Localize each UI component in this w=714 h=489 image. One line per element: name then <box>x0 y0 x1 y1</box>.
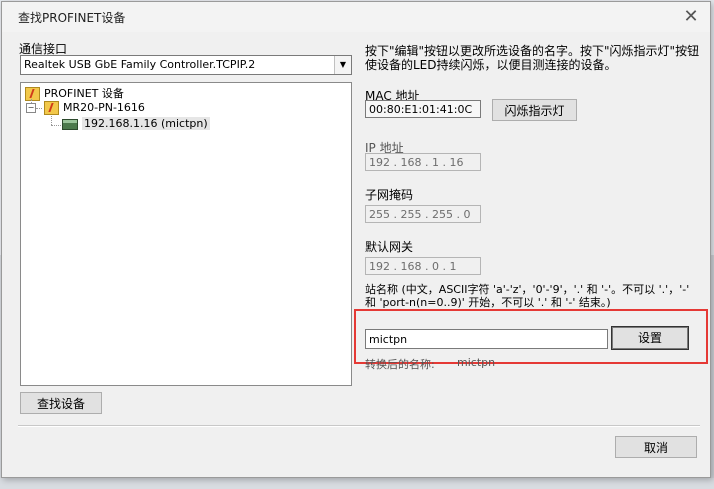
flash-led-button[interactable]: 闪烁指示灯 <box>492 99 577 121</box>
find-profinet-device-dialog: 查找PROFINET设备 ✕ 通信接口 Realtek USB GbE Fami… <box>1 1 711 478</box>
device-icon <box>44 101 59 115</box>
tree-root-label: PROFINET 设备 <box>44 87 124 100</box>
tree-connector <box>51 116 52 125</box>
gateway-label: 默认网关 <box>365 240 414 254</box>
tree-connector <box>36 108 42 109</box>
subnet-label: 子网掩码 <box>365 188 414 202</box>
close-icon[interactable]: ✕ <box>680 6 702 28</box>
collapse-icon[interactable]: − <box>26 103 36 113</box>
mac-address-field: 00:80:E1:01:41:0C <box>365 100 481 118</box>
interface-selected-value: Realtek USB GbE Family Controller.TCPIP.… <box>24 58 256 71</box>
dialog-title: 查找PROFINET设备 <box>18 11 126 25</box>
tree-item-station[interactable]: 192.168.1.16 (mictpn) <box>62 117 210 133</box>
help-text-line2: 使设备的LED持续闪烁，以便目测连接的设备。 <box>365 58 617 72</box>
chevron-down-icon[interactable]: ▼ <box>334 56 351 74</box>
interface-select[interactable]: Realtek USB GbE Family Controller.TCPIP.… <box>20 55 352 75</box>
gateway-field[interactable]: 192 . 168 . 0 . 1 <box>365 257 481 275</box>
search-devices-button[interactable]: 查找设备 <box>20 392 102 414</box>
converted-name-value: mictpn <box>457 356 496 369</box>
background-statusbar <box>0 478 714 489</box>
converted-name-label: 转换后的名称: <box>365 358 435 371</box>
tree-station-label: 192.168.1.16 (mictpn) <box>82 117 210 130</box>
tree-device-label: MR20-PN-1616 <box>63 101 145 114</box>
cancel-button[interactable]: 取消 <box>615 436 697 458</box>
device-tree[interactable]: PROFINET 设备 − MR20-PN-1616 192.168.1.16 (… <box>20 82 352 386</box>
network-device-icon <box>62 118 78 130</box>
tree-item-device[interactable]: − MR20-PN-1616 <box>26 101 145 117</box>
ip-address-field[interactable]: 192 . 168 . 1 . 16 <box>365 153 481 171</box>
title-bar: 查找PROFINET设备 ✕ <box>2 2 710 32</box>
tree-item-root[interactable]: PROFINET 设备 <box>25 85 124 101</box>
tree-connector <box>51 125 61 126</box>
divider <box>18 425 700 427</box>
station-name-note-line2: 和 'port-n(n=0..9)' 开始，不可以 '.' 和 '-' 结束。) <box>365 296 611 309</box>
subnet-mask-field[interactable]: 255 . 255 . 255 . 0 <box>365 205 481 223</box>
profinet-folder-icon <box>25 87 40 101</box>
